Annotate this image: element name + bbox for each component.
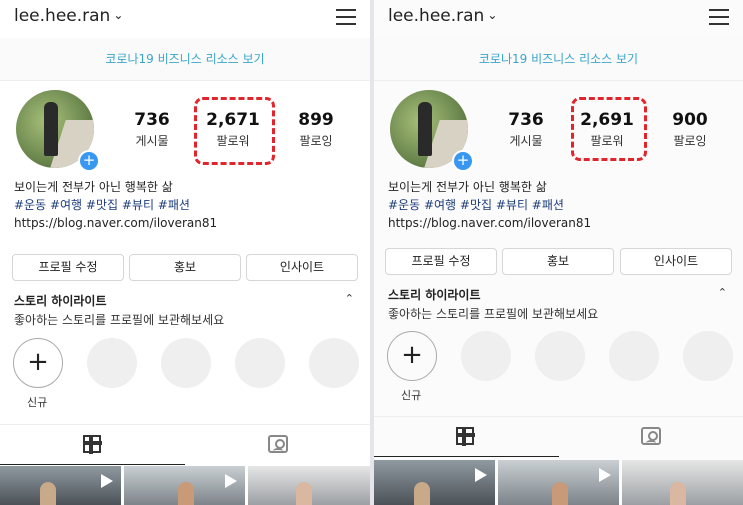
- followers-count: 2,691: [580, 110, 634, 130]
- new-highlight-label: 신규: [27, 396, 48, 409]
- bio-hashtags[interactable]: #운동 #여행 #맛집 #뷰티 #패션: [388, 196, 591, 214]
- followers-stat[interactable]: 2,671 팔로워: [198, 110, 268, 149]
- followers-stat[interactable]: 2,691 팔로워: [572, 110, 642, 149]
- caret-up-icon[interactable]: ⌃: [718, 286, 727, 299]
- bio: 보이는게 전부가 아닌 행복한 삶 #운동 #여행 #맛집 #뷰티 #패션 ht…: [14, 178, 217, 232]
- username-text: lee.hee.ran: [14, 6, 111, 26]
- play-icon: [599, 468, 611, 482]
- bio-line: 보이는게 전부가 아닌 행복한 삶: [14, 180, 173, 194]
- bio-hashtags[interactable]: #운동 #여행 #맛집 #뷰티 #패션: [14, 196, 217, 214]
- plus-icon[interactable]: +: [452, 150, 474, 172]
- top-bar: lee.hee.ran ⌄: [0, 0, 370, 39]
- menu-icon[interactable]: [336, 9, 356, 25]
- play-icon: [475, 468, 487, 482]
- plus-icon[interactable]: +: [78, 150, 100, 172]
- highlight-placeholder: [461, 331, 511, 381]
- insights-button[interactable]: 인사이트: [246, 254, 358, 281]
- tagged-icon: [640, 427, 661, 445]
- bio-line: 보이는게 전부가 아닌 행복한 삶: [388, 180, 547, 194]
- posts-stat[interactable]: 736 게시물: [491, 110, 561, 149]
- plus-icon: +: [27, 347, 49, 377]
- post-thumbnail[interactable]: [374, 460, 495, 505]
- post-thumbnail[interactable]: [498, 460, 619, 505]
- tagged-icon: [267, 435, 288, 453]
- post-thumbnail[interactable]: [124, 466, 245, 505]
- posts-label: 게시물: [135, 134, 169, 148]
- highlight-placeholder: [535, 331, 585, 381]
- top-bar: lee.hee.ran ⌄: [374, 0, 743, 39]
- following-stat[interactable]: 899 팔로잉: [281, 110, 351, 149]
- highlight-placeholder: [161, 338, 211, 388]
- edit-profile-button[interactable]: 프로필 수정: [12, 254, 124, 281]
- plus-icon: +: [401, 340, 423, 370]
- post-thumbnail[interactable]: [0, 466, 121, 505]
- followers-label: 팔로워: [590, 134, 624, 148]
- posts-label: 게시물: [509, 134, 543, 148]
- chevron-down-icon: ⌄: [487, 8, 498, 22]
- post-thumbnail[interactable]: [622, 460, 743, 505]
- profile-tabs: [374, 416, 743, 457]
- highlight-placeholder: [309, 338, 359, 388]
- posts-count: 736: [508, 110, 544, 130]
- covid-resources-link[interactable]: 코로나19 비즈니스 리소스 보기: [374, 38, 743, 81]
- menu-icon[interactable]: [709, 9, 729, 25]
- tab-tagged[interactable]: [185, 425, 370, 465]
- following-stat[interactable]: 900 팔로잉: [655, 110, 725, 149]
- bio: 보이는게 전부가 아닌 행복한 삶 #운동 #여행 #맛집 #뷰티 #패션 ht…: [388, 178, 591, 232]
- profile-screen-after: lee.hee.ran ⌄ 코로나19 비즈니스 리소스 보기 + 736 게시물…: [374, 0, 743, 505]
- username-switcher[interactable]: lee.hee.ran ⌄: [388, 6, 497, 26]
- following-count: 900: [672, 110, 708, 130]
- followers-count: 2,671: [206, 110, 260, 130]
- story-highlights-subtitle: 좋아하는 스토리를 프로필에 보관해보세요: [388, 307, 599, 321]
- post-thumbnail[interactable]: [248, 466, 370, 505]
- followers-label: 팔로워: [216, 134, 250, 148]
- username-switcher[interactable]: lee.hee.ran ⌄: [14, 6, 123, 26]
- username-text: lee.hee.ran: [388, 6, 485, 26]
- promote-button[interactable]: 홍보: [502, 248, 614, 275]
- story-highlights-title: 스토리 하이라이트: [14, 294, 107, 308]
- profile-tabs: [0, 424, 370, 465]
- new-highlight-button[interactable]: +: [13, 338, 63, 388]
- play-icon: [225, 474, 237, 488]
- following-label: 팔로잉: [673, 134, 707, 148]
- new-highlight-label: 신규: [401, 389, 422, 402]
- chevron-down-icon: ⌄: [113, 8, 124, 22]
- story-highlights-title: 스토리 하이라이트: [388, 288, 481, 302]
- covid-resources-link[interactable]: 코로나19 비즈니스 리소스 보기: [0, 38, 370, 81]
- promote-button[interactable]: 홍보: [129, 254, 241, 281]
- highlight-placeholder: [609, 331, 659, 381]
- story-highlights-subtitle: 좋아하는 스토리를 프로필에 보관해보세요: [14, 313, 225, 327]
- profile-screen-before: lee.hee.ran ⌄ 코로나19 비즈니스 리소스 보기 + 736 게시물…: [0, 0, 370, 505]
- tab-grid[interactable]: [374, 417, 559, 457]
- following-count: 899: [298, 110, 334, 130]
- highlight-placeholder: [235, 338, 285, 388]
- caret-up-icon[interactable]: ⌃: [345, 292, 354, 305]
- following-label: 팔로잉: [299, 134, 333, 148]
- grid-icon: [82, 435, 102, 454]
- tab-grid[interactable]: [0, 425, 185, 465]
- posts-stat[interactable]: 736 게시물: [117, 110, 187, 149]
- posts-count: 736: [134, 110, 170, 130]
- bio-link[interactable]: https://blog.naver.com/iloveran81: [388, 214, 591, 232]
- highlight-placeholder: [683, 331, 733, 381]
- tab-tagged[interactable]: [559, 417, 743, 457]
- post-grid: [374, 460, 743, 505]
- new-highlight-button[interactable]: +: [387, 331, 437, 381]
- play-icon: [101, 474, 113, 488]
- insights-button[interactable]: 인사이트: [620, 248, 732, 275]
- post-grid: [0, 466, 370, 505]
- bio-link[interactable]: https://blog.naver.com/iloveran81: [14, 214, 217, 232]
- highlight-placeholder: [87, 338, 137, 388]
- grid-icon: [456, 427, 476, 446]
- edit-profile-button[interactable]: 프로필 수정: [385, 248, 497, 275]
